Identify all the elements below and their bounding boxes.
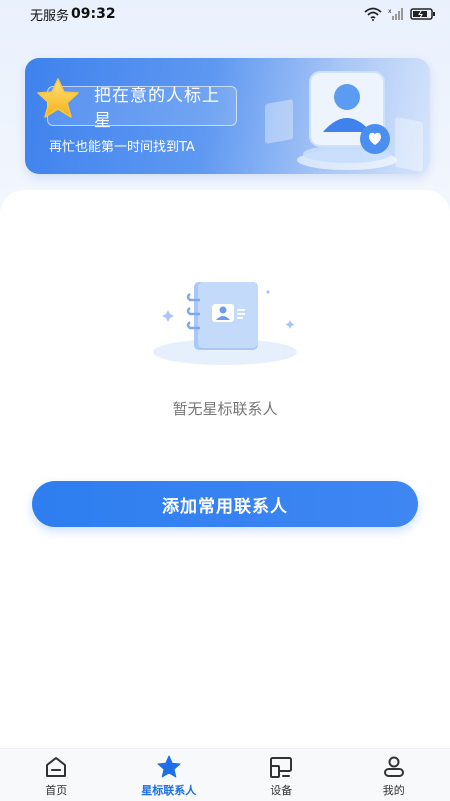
star-icon [37, 78, 79, 118]
banner-subtitle: 再忙也能第一时间找到TA [49, 140, 195, 155]
svg-text:x: x [388, 8, 392, 15]
star-icon [157, 755, 181, 778]
wifi-icon [364, 7, 382, 21]
nav-label-starred: 星标联系人 [141, 784, 197, 797]
battery-icon [410, 8, 435, 20]
bottom-nav: 首页 星标联系人 设备 我的 [0, 748, 450, 801]
status-bar: 无服务 09:32 x [0, 0, 450, 28]
status-left: 无服务 09:32 [30, 5, 116, 24]
profile-icon [383, 756, 404, 777]
status-time: 09:32 [71, 6, 116, 22]
nav-item-device[interactable]: 设备 [225, 749, 337, 798]
nav-label-profile: 我的 [382, 784, 405, 797]
main-content-card [0, 190, 450, 750]
carrier-text: 无服务 [30, 8, 70, 24]
nav-label-home: 首页 [45, 784, 68, 797]
device-icon [270, 757, 293, 778]
signal-icon: x [388, 8, 403, 20]
contact-book-icon [153, 282, 297, 365]
nav-item-home[interactable]: 首页 [0, 749, 112, 798]
contact-illustration-icon [265, 71, 423, 172]
promo-banner[interactable]: 把在意的人标上星 再忙也能第一时间找到TA [25, 58, 430, 174]
empty-state-message: 暂无星标联系人 [172, 400, 278, 418]
add-contact-button[interactable]: 添加常用联系人 [32, 481, 418, 527]
nav-label-device: 设备 [270, 784, 293, 797]
banner-title: 把在意的人标上星 [94, 86, 220, 131]
nav-item-starred[interactable]: 星标联系人 [113, 749, 225, 798]
nav-item-profile[interactable]: 我的 [338, 749, 450, 798]
status-icons: x [364, 7, 436, 21]
home-icon [46, 757, 67, 777]
